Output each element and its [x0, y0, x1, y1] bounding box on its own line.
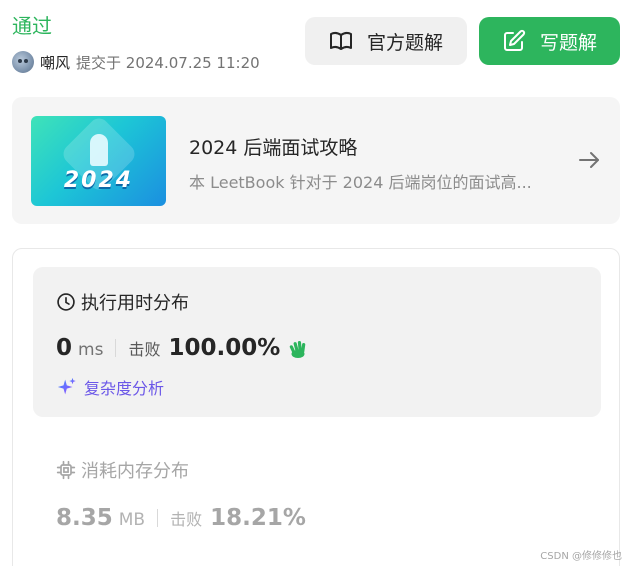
runtime-unit: ms: [78, 340, 104, 360]
book-title: 2024 后端面试攻略: [189, 137, 358, 159]
memory-unit: MB: [118, 510, 146, 530]
result-panel: 执行用时分布 0 ms 击败 100.00% 复杂度分析 消耗内存分布 8.35…: [12, 248, 620, 566]
submit-time: 提交于 2024.07.25 11:20: [76, 53, 260, 72]
runtime-stats: 0 ms 击败 100.00%: [56, 335, 310, 361]
chip-icon: [56, 460, 76, 480]
status-label: 通过: [12, 14, 52, 38]
official-solution-label: 官方题解: [366, 31, 443, 54]
runtime-value: 0: [56, 335, 73, 361]
book-cover: 2024: [31, 116, 166, 206]
book-cover-year: 2024: [63, 168, 134, 193]
arrow-right-icon[interactable]: [577, 148, 601, 172]
memory-title[interactable]: 消耗内存分布: [56, 457, 189, 483]
avatar[interactable]: [12, 51, 34, 73]
runtime-card[interactable]: 执行用时分布 0 ms 击败 100.00% 复杂度分析: [33, 267, 601, 417]
memory-value: 8.35: [56, 505, 113, 531]
divider: [157, 509, 159, 527]
memory-title-label: 消耗内存分布: [81, 461, 189, 482]
runtime-beat-percent: 100.00%: [168, 335, 281, 361]
submitter-info: 嘲风 提交于 2024.07.25 11:20: [12, 50, 260, 74]
clap-icon: [286, 336, 310, 360]
runtime-title-label: 执行用时分布: [81, 293, 189, 314]
memory-beat-label: 击败: [170, 510, 203, 529]
memory-beat-percent: 18.21%: [210, 505, 306, 531]
memory-stats: 8.35 MB 击败 18.21%: [56, 505, 306, 531]
runtime-beat-label: 击败: [128, 340, 161, 359]
edit-icon: [502, 29, 526, 53]
write-solution-button[interactable]: 写题解: [479, 17, 620, 65]
book-open-icon: [329, 29, 353, 53]
complexity-analysis-link[interactable]: 复杂度分析: [56, 375, 164, 399]
official-solution-button[interactable]: 官方题解: [305, 17, 467, 65]
book-description: 本 LeetBook 针对于 2024 后端岗位的面试高...: [189, 173, 532, 192]
divider: [115, 339, 117, 357]
user-name[interactable]: 嘲风: [40, 52, 70, 73]
runtime-title: 执行用时分布: [56, 289, 189, 315]
watermark: CSDN @修修修也: [540, 551, 622, 562]
submission-result-page: 通过 嘲风 提交于 2024.07.25 11:20 官方题解 写题解 2024: [0, 0, 628, 566]
leetbook-card[interactable]: 2024 2024 后端面试攻略 本 LeetBook 针对于 2024 后端岗…: [12, 97, 620, 224]
sparkle-icon: [56, 376, 78, 398]
clock-icon: [56, 292, 76, 312]
rocket-icon: [90, 134, 108, 166]
write-solution-label: 写题解: [539, 31, 597, 54]
complexity-analysis-label: 复杂度分析: [84, 379, 165, 398]
